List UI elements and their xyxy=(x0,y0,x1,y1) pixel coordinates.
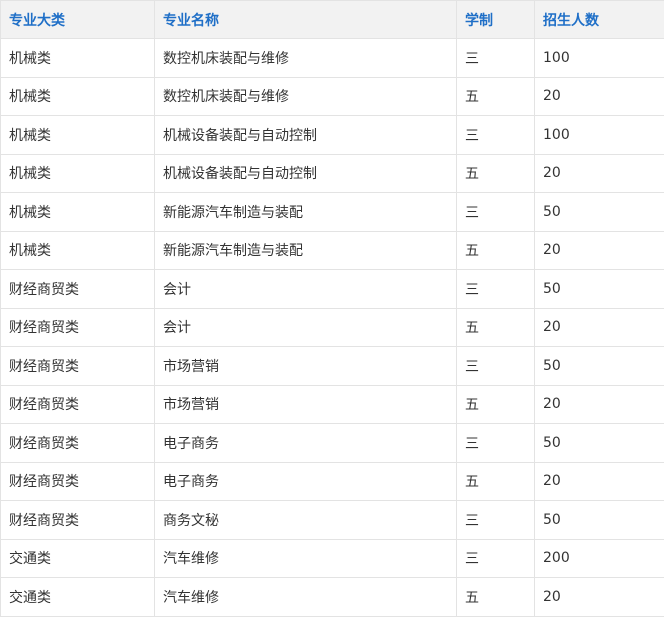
cell-category: 财经商贸类 xyxy=(0,307,155,347)
cell-category: 财经商贸类 xyxy=(0,384,155,424)
table-row: 机械类 新能源汽车制造与装配三 50 xyxy=(0,192,664,232)
cell-duration: 三 xyxy=(456,38,535,78)
cell-major-name: 机械设备装配与自动控制 xyxy=(154,115,457,155)
cell-enrollment: 50 xyxy=(534,423,664,463)
cell-category: 交通类 xyxy=(0,577,155,617)
table-row: 交通类 汽车维修三 200 xyxy=(0,538,664,578)
cell-duration: 五 xyxy=(456,76,535,116)
cell-major-name: 新能源汽车制造与装配 xyxy=(154,192,457,232)
cell-major-name: 数控机床装配与维修 xyxy=(154,76,457,116)
cell-major-name: 数控机床装配与维修 xyxy=(154,38,457,78)
table-row: 财经商贸类 电子商务五 20 xyxy=(0,461,664,501)
cell-duration: 五 xyxy=(456,461,535,501)
table-row: 财经商贸类 电子商务三 50 xyxy=(0,423,664,463)
cell-major-name: 会计 xyxy=(154,307,457,347)
cell-duration: 五 xyxy=(456,577,535,617)
table-header: 专业大类 专业名称 学制 招生人数 xyxy=(0,0,664,39)
cell-major-name: 市场营销 xyxy=(154,384,457,424)
cell-category: 财经商贸类 xyxy=(0,500,155,540)
table-row: 机械类 新能源汽车制造与装配五 20 xyxy=(0,230,664,270)
table-row: 财经商贸类 会计五 20 xyxy=(0,307,664,347)
cell-category: 机械类 xyxy=(0,38,155,78)
table-row: 财经商贸类 会计三 50 xyxy=(0,269,664,309)
table-row: 财经商贸类 商务文秘三 50 xyxy=(0,500,664,540)
table-row: 财经商贸类 市场营销三 50 xyxy=(0,346,664,386)
cell-category: 财经商贸类 xyxy=(0,269,155,309)
cell-category: 财经商贸类 xyxy=(0,423,155,463)
cell-enrollment: 50 xyxy=(534,269,664,309)
cell-major-name: 电子商务 xyxy=(154,423,457,463)
cell-enrollment: 20 xyxy=(534,230,664,270)
cell-duration: 三 xyxy=(456,538,535,578)
cell-category: 机械类 xyxy=(0,115,155,155)
cell-enrollment: 20 xyxy=(534,153,664,193)
cell-major-name: 汽车维修 xyxy=(154,577,457,617)
cell-category: 机械类 xyxy=(0,153,155,193)
cell-duration: 三 xyxy=(456,500,535,540)
header-duration: 学制 xyxy=(456,0,535,39)
cell-enrollment: 20 xyxy=(534,307,664,347)
cell-category: 机械类 xyxy=(0,230,155,270)
table-row: 财经商贸类 市场营销五 20 xyxy=(0,384,664,424)
cell-category: 机械类 xyxy=(0,76,155,116)
table-row: 机械类 数控机床装配与维修五 20 xyxy=(0,76,664,116)
cell-duration: 三 xyxy=(456,115,535,155)
cell-duration: 五 xyxy=(456,153,535,193)
table-body: 机械类 数控机床装配与维修三 100 机械类 数控机床装配与维修五 20 机械类 机械设备装配… xyxy=(0,38,664,617)
cell-category: 交通类 xyxy=(0,538,155,578)
cell-enrollment: 20 xyxy=(534,76,664,116)
header-category: 专业大类 xyxy=(0,0,155,39)
cell-enrollment: 50 xyxy=(534,346,664,386)
header-enrollment: 招生人数 xyxy=(534,0,664,39)
cell-duration: 三 xyxy=(456,192,535,232)
cell-major-name: 电子商务 xyxy=(154,461,457,501)
table-row: 交通类 汽车维修五 20 xyxy=(0,577,664,617)
cell-major-name: 会计 xyxy=(154,269,457,309)
cell-duration: 三 xyxy=(456,346,535,386)
cell-major-name: 新能源汽车制造与装配 xyxy=(154,230,457,270)
cell-enrollment: 50 xyxy=(534,192,664,232)
cell-enrollment: 20 xyxy=(534,577,664,617)
table-row: 机械类 数控机床装配与维修三 100 xyxy=(0,38,664,78)
cell-enrollment: 20 xyxy=(534,461,664,501)
cell-category: 财经商贸类 xyxy=(0,461,155,501)
cell-duration: 五 xyxy=(456,307,535,347)
table-row: 机械类 机械设备装配与自动控制五 20 xyxy=(0,153,664,193)
header-row: 专业大类 专业名称 学制 招生人数 xyxy=(0,0,664,39)
cell-duration: 三 xyxy=(456,423,535,463)
cell-duration: 三 xyxy=(456,269,535,309)
cell-category: 机械类 xyxy=(0,192,155,232)
cell-enrollment: 20 xyxy=(534,384,664,424)
cell-major-name: 机械设备装配与自动控制 xyxy=(154,153,457,193)
admissions-table: 专业大类 专业名称 学制 招生人数 机械类 数控机床装配与维修三 100 机械类 数控机… xyxy=(0,0,664,617)
cell-duration: 五 xyxy=(456,384,535,424)
cell-major-name: 市场营销 xyxy=(154,346,457,386)
cell-enrollment: 200 xyxy=(534,538,664,578)
cell-category: 财经商贸类 xyxy=(0,346,155,386)
cell-enrollment: 100 xyxy=(534,38,664,78)
cell-enrollment: 50 xyxy=(534,500,664,540)
cell-major-name: 汽车维修 xyxy=(154,538,457,578)
header-major-name: 专业名称 xyxy=(154,0,457,39)
cell-duration: 五 xyxy=(456,230,535,270)
table-row: 机械类 机械设备装配与自动控制三 100 xyxy=(0,115,664,155)
cell-major-name: 商务文秘 xyxy=(154,500,457,540)
cell-enrollment: 100 xyxy=(534,115,664,155)
